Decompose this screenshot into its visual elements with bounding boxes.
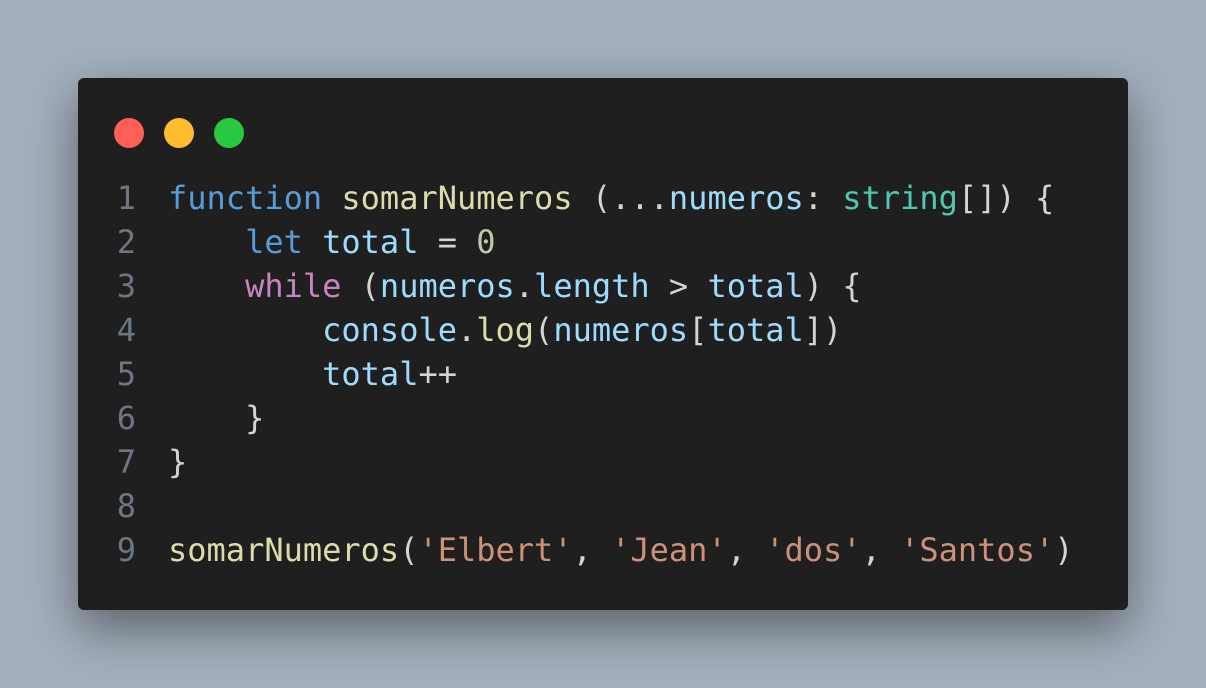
code-token: 'Santos' — [900, 531, 1055, 569]
code-token: , — [726, 531, 766, 569]
code-text: } — [168, 396, 264, 440]
code-token: numeros — [553, 311, 689, 349]
code-token: length — [534, 267, 650, 305]
code-token: console — [322, 311, 457, 349]
code-token: total — [322, 355, 419, 393]
line-number: 3 — [116, 267, 136, 305]
code-token: ( — [534, 311, 554, 349]
code-token: = — [418, 223, 477, 261]
code-token: , — [572, 531, 612, 569]
code-token: 'dos' — [765, 531, 862, 569]
line-number: 4 — [116, 311, 136, 349]
code-text: total++ — [168, 352, 457, 396]
code-token: ( — [399, 531, 419, 569]
code-text: let total = 0 — [168, 220, 496, 264]
maximize-dot-icon[interactable] — [214, 118, 244, 148]
code-token: [ — [688, 311, 708, 349]
line-number: 5 — [116, 355, 136, 393]
code-token: numeros — [668, 179, 804, 217]
code-token: ++ — [418, 355, 457, 393]
code-token: string — [842, 179, 958, 217]
code-token: 0 — [476, 223, 496, 261]
code-token: } — [168, 443, 188, 481]
code-token: (... — [572, 179, 669, 217]
code-token: somarNumeros — [341, 179, 573, 217]
code-token: []) { — [957, 179, 1055, 217]
code-token: > — [649, 267, 708, 305]
line-number: 1 — [116, 179, 136, 217]
code-window: 1 function somarNumeros (...numeros: stri… — [78, 78, 1128, 610]
line-number: 6 — [116, 399, 136, 437]
code-token: . — [456, 311, 477, 349]
code-text: while (numeros.length > total) { — [168, 264, 862, 308]
code-token: total — [707, 267, 804, 305]
code-text: somarNumeros('Elbert', 'Jean', 'dos', 'S… — [168, 528, 1073, 572]
code-token: log — [476, 311, 535, 349]
code-token: while — [245, 267, 342, 305]
line-number: 2 — [116, 223, 136, 261]
line-number: 7 — [116, 443, 136, 481]
code-token: : — [803, 179, 843, 217]
code-token: let — [245, 223, 303, 261]
code-token: total — [322, 223, 419, 261]
code-token: ]) — [803, 311, 843, 349]
code-token: 'Elbert' — [418, 531, 573, 569]
code-token: 'Jean' — [611, 531, 727, 569]
code-text: function somarNumeros (...numeros: strin… — [168, 176, 1054, 220]
code-token: . — [514, 267, 535, 305]
line-number: 8 — [116, 487, 136, 525]
code-token: , — [861, 531, 901, 569]
close-dot-icon[interactable] — [114, 118, 144, 148]
line-number: 9 — [116, 531, 136, 569]
code-token: ) { — [803, 267, 862, 305]
code-token: numeros — [379, 267, 515, 305]
code-text: console.log(numeros[total]) — [168, 308, 842, 352]
code-token: somarNumeros — [168, 531, 400, 569]
code-token: total — [707, 311, 804, 349]
code-token: } — [245, 399, 265, 437]
code-text: } — [168, 440, 187, 484]
code-token: ) — [1054, 531, 1074, 569]
minimize-dot-icon[interactable] — [164, 118, 194, 148]
code-token: function — [168, 179, 323, 217]
code-token: ( — [341, 267, 380, 305]
